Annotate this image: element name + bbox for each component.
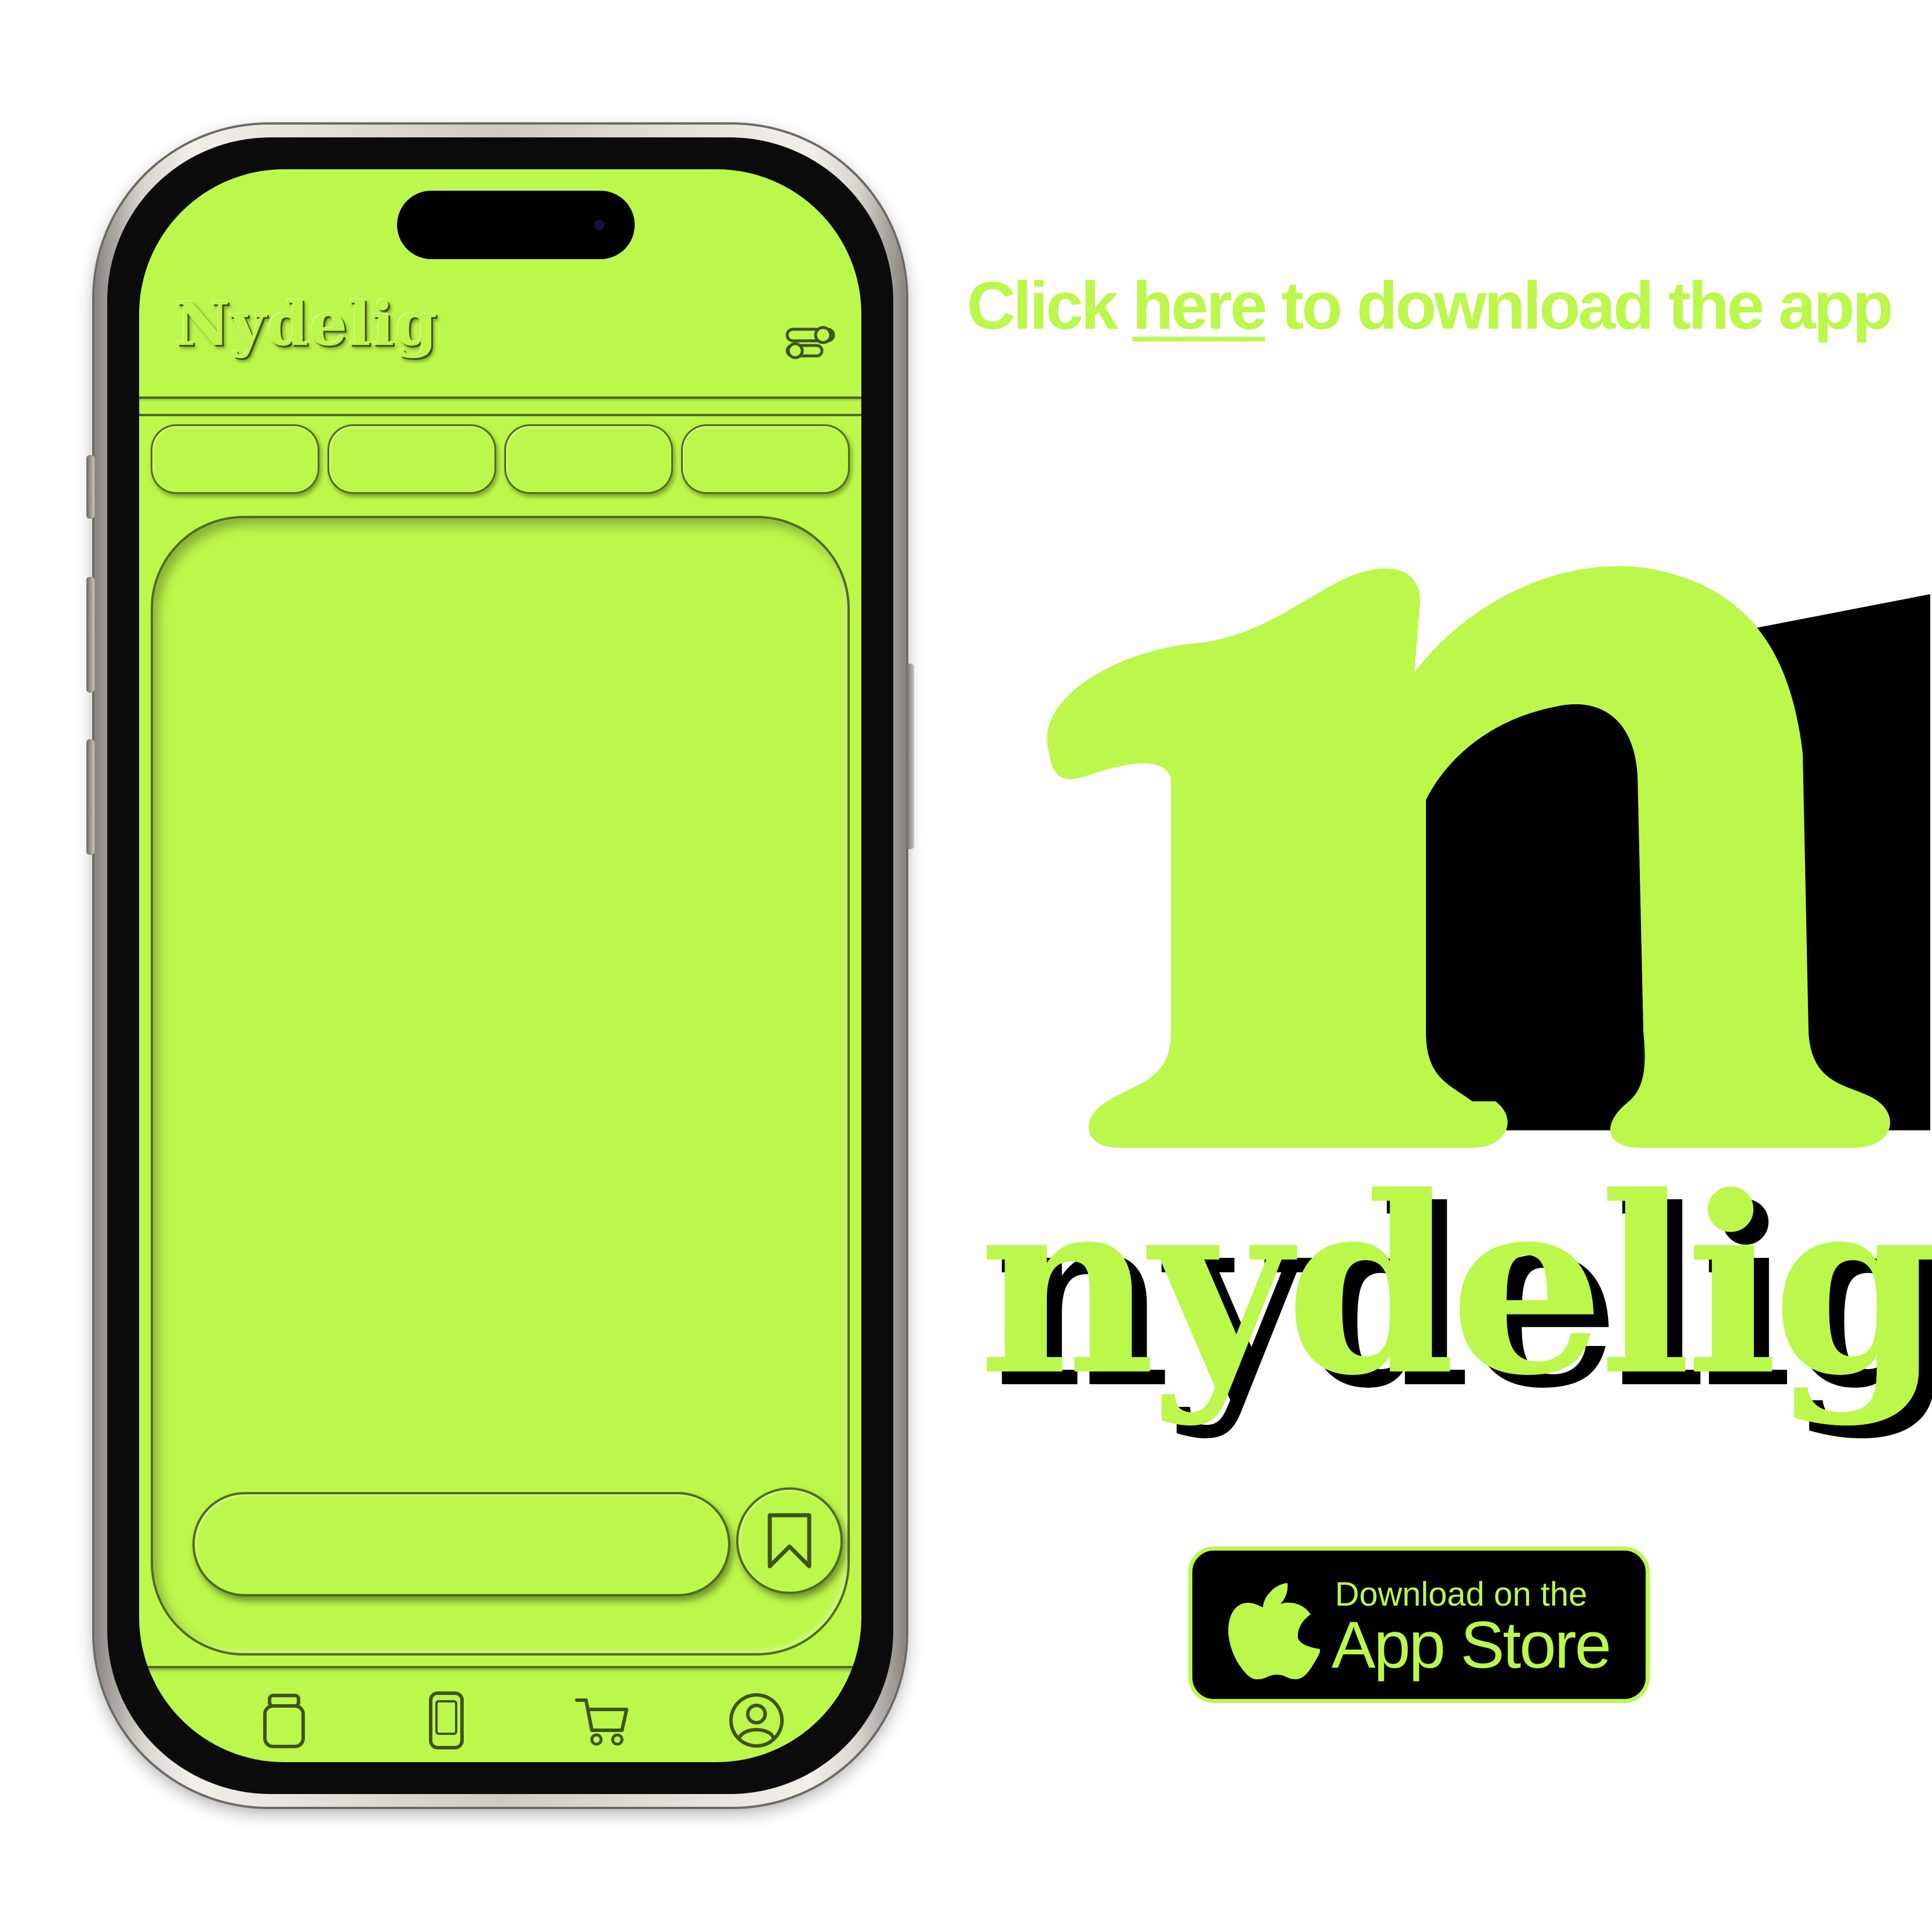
download-suffix: to download the app: [1265, 268, 1894, 343]
nav-item-cart[interactable]: [571, 1689, 635, 1752]
phone-icon: [429, 1691, 464, 1749]
phone-mockup: Nydelig: [86, 125, 914, 1807]
header-divider: [139, 396, 861, 416]
volume-down-button: [86, 739, 94, 855]
cart-icon: [575, 1698, 628, 1746]
power-button: [906, 664, 914, 849]
volume-up-button: [86, 577, 94, 693]
profile-icon: [729, 1693, 784, 1748]
search-input[interactable]: [192, 1492, 730, 1596]
promo-canvas: Nydelig Click here to download the app n…: [0, 0, 1932, 1932]
badge-large-text: App Store: [1331, 1609, 1611, 1682]
front-camera: [594, 220, 605, 230]
nydelig-wordmark: nydelig: [978, 1144, 1932, 1429]
bookmark-icon: [767, 1513, 812, 1569]
download-prefix: Click: [967, 268, 1133, 343]
tab-1[interactable]: [151, 424, 319, 494]
tab-2[interactable]: [328, 424, 496, 494]
phone-screen: Nydelig: [139, 169, 861, 1762]
phone-bezel: Nydelig: [107, 137, 893, 1794]
app-store-badge[interactable]: Download on the App Store: [1188, 1547, 1650, 1703]
nav-item-device[interactable]: [414, 1689, 478, 1752]
download-prompt: Click here to download the app: [967, 267, 1894, 344]
nav-item-pantry[interactable]: [252, 1689, 316, 1752]
tab-4[interactable]: [681, 424, 850, 494]
download-link[interactable]: here: [1132, 268, 1267, 343]
action-button: [86, 455, 94, 519]
nav-item-profile[interactable]: [725, 1689, 788, 1752]
settings-toggle-icon[interactable]: [783, 326, 838, 361]
dynamic-island: [397, 191, 635, 259]
bottom-navigation: [139, 1666, 861, 1762]
content-card: [151, 516, 850, 1656]
jar-icon: [263, 1694, 305, 1748]
category-tabs: [151, 424, 850, 494]
tab-3[interactable]: [504, 424, 673, 494]
apple-icon: [1228, 1583, 1320, 1680]
app-title: Nydelig: [175, 288, 438, 359]
bookmark-button[interactable]: [736, 1487, 843, 1594]
